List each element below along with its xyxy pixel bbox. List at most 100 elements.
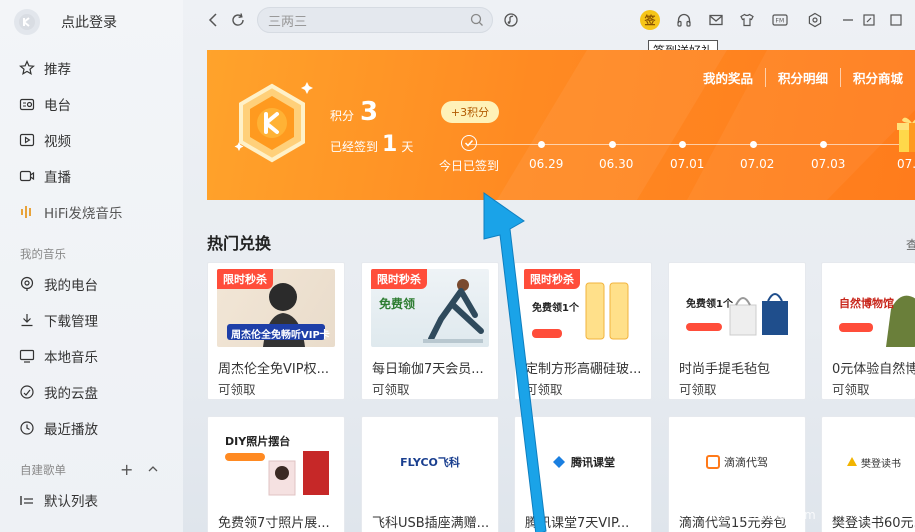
sidebar-item-downloads[interactable]: 下载管理	[18, 309, 98, 331]
video-icon	[18, 131, 36, 149]
card-title: 0元体验自然博物...	[832, 362, 915, 377]
search-icon[interactable]	[470, 13, 484, 31]
mail-icon[interactable]	[707, 11, 725, 29]
card-image-text: 免费领1个	[686, 299, 733, 310]
my-music-heading: 我的音乐	[20, 247, 66, 261]
date-label: 07.03	[811, 157, 846, 171]
sidebar-item-label: 直播	[44, 170, 71, 186]
card-title: 每日瑜伽7天会员...	[372, 362, 484, 377]
more-link[interactable]: 查	[906, 236, 915, 253]
chevron-up-icon[interactable]	[147, 460, 159, 479]
sidebar-item-label: 默认列表	[44, 494, 98, 510]
playlist-tools: +	[120, 460, 159, 479]
location-icon	[18, 275, 36, 293]
timeline-dot	[538, 141, 545, 148]
monitor-icon	[18, 347, 36, 365]
my-prizes-link[interactable]: 我的奖品	[691, 68, 765, 87]
card-status: 可领取	[832, 382, 870, 397]
sidebar-item-label: 我的云盘	[44, 386, 98, 402]
timeline-dot	[679, 141, 686, 148]
card-image-text: 免费领	[379, 297, 416, 311]
card-image: DIY照片摆台	[217, 423, 335, 501]
skin-icon[interactable]	[738, 11, 756, 29]
timeline-line	[469, 144, 915, 145]
days-suffix: 天	[401, 140, 414, 154]
timeline-dot	[820, 141, 827, 148]
flash-sale-tag: 限时秒杀	[371, 269, 427, 289]
points-mall-link[interactable]: 积分商城	[839, 68, 915, 87]
card-image: 免费领1个	[678, 269, 796, 347]
reward-card[interactable]: 限时秒杀 免费领 每日瑜伽7天会员... 可领取	[361, 262, 499, 400]
reward-card[interactable]: 樊登读书 樊登读书60元...	[821, 416, 915, 532]
card-image-text: 周杰伦全免畅听VIP卡	[231, 330, 330, 341]
today-label: 今日已签到	[439, 159, 500, 173]
flash-sale-tag: 限时秒杀	[217, 269, 273, 289]
star-icon	[18, 59, 36, 77]
card-image: 樊登读书	[831, 423, 915, 501]
sidebar-item-local-music[interactable]: 本地音乐	[18, 345, 98, 367]
card-image-text: FLYCO飞科	[400, 456, 460, 469]
sidebar-item-recommend[interactable]: 推荐	[18, 57, 71, 79]
sidebar-item-label: 最近播放	[44, 422, 98, 438]
card-image-text: 免费领1个	[532, 303, 579, 314]
didi-logo-icon	[706, 455, 720, 469]
sidebar-item-my-radio[interactable]: 我的电台	[18, 273, 98, 295]
minimize-icon[interactable]	[839, 11, 857, 29]
svg-text:FM: FM	[776, 18, 785, 25]
sidebar-item-label: 下载管理	[44, 314, 98, 330]
search-value: 三两三	[268, 14, 308, 30]
sidebar-item-cloud[interactable]: 我的云盘	[18, 381, 98, 403]
banner-links: 我的奖品 积分明细 积分商城	[691, 68, 915, 87]
sidebar-item-label: 我的电台	[44, 278, 98, 294]
date-label: 07.02	[740, 157, 775, 171]
sidebar-item-video[interactable]: 视频	[18, 129, 71, 151]
sidebar-item-radio[interactable]: 电台	[18, 93, 71, 115]
sidebar-item-hifi[interactable]: HiFi发烧音乐	[18, 201, 122, 223]
music-recognize-icon[interactable]	[502, 11, 520, 29]
card-title: 定制方形高硼硅玻...	[525, 362, 642, 377]
reward-card[interactable]: FLYCO飞科 飞科USB插座满赠...	[361, 416, 499, 532]
watermark-url: jingyan.baidu.com	[705, 508, 816, 522]
card-status: 可领取	[525, 382, 563, 397]
reward-card[interactable]: DIY照片摆台 免费领7寸照片展...	[207, 416, 345, 532]
reward-card[interactable]: 腾讯课堂 腾讯课堂7天VIP...	[514, 416, 652, 532]
points-label: 积分	[330, 109, 355, 123]
search-input[interactable]: 三两三	[257, 7, 493, 33]
fandeng-logo-icon	[847, 457, 857, 466]
card-status: 可领取	[218, 382, 256, 397]
fm-icon[interactable]: FM	[771, 11, 789, 29]
card-title: 樊登读书60元...	[832, 516, 915, 531]
points-detail-link[interactable]: 积分明细	[764, 68, 840, 87]
reward-card[interactable]: 限时秒杀 周杰伦全免畅听VIP卡 周杰伦全免VIP权... 可领取	[207, 262, 345, 400]
reward-card[interactable]: 限时秒杀 免费领1个 定制方形高硼硅玻... 可领取	[514, 262, 652, 400]
settings-icon[interactable]	[806, 11, 824, 29]
points-banner: 我的奖品 积分明细 积分商城 积分 3 已经签到 1 天 +3积分 今日已签到 …	[207, 50, 915, 200]
login-text[interactable]: 点此登录	[61, 12, 117, 32]
reward-card[interactable]: 免费领1个 时尚手提毛毡包 可领取	[668, 262, 806, 400]
points-line: 积分 3	[330, 97, 378, 127]
sidebar-item-label: 电台	[44, 98, 71, 114]
sidebar-item-label: 推荐	[44, 62, 71, 78]
card-status: 可领取	[679, 382, 717, 397]
back-icon[interactable]	[204, 11, 222, 29]
sidebar-item-label: 视频	[44, 134, 71, 150]
hifi-icon	[18, 203, 36, 221]
card-image: FLYCO飞科	[371, 423, 489, 501]
mini-mode-icon[interactable]	[860, 11, 878, 29]
sign-in-badge[interactable]: 签	[640, 10, 660, 30]
flash-sale-tag: 限时秒杀	[524, 269, 580, 289]
radio-icon	[18, 95, 36, 113]
playlist-heading: 自建歌单	[20, 463, 66, 477]
refresh-icon[interactable]	[229, 11, 247, 29]
card-title: 免费领7寸照片展...	[218, 516, 330, 531]
maximize-icon[interactable]	[887, 11, 905, 29]
live-icon	[18, 167, 36, 185]
headphones-icon[interactable]	[675, 11, 693, 29]
sidebar-item-recent[interactable]: 最近播放	[18, 417, 98, 439]
reward-card[interactable]: 自然博物馆 0元体验自然博物... 可领取	[821, 262, 915, 400]
login-area[interactable]: 点此登录	[14, 9, 117, 35]
sidebar-item-live[interactable]: 直播	[18, 165, 71, 187]
sidebar-item-default-list[interactable]: 默认列表	[18, 489, 98, 511]
add-playlist-icon[interactable]: +	[120, 460, 133, 479]
gift-icon	[897, 114, 915, 154]
